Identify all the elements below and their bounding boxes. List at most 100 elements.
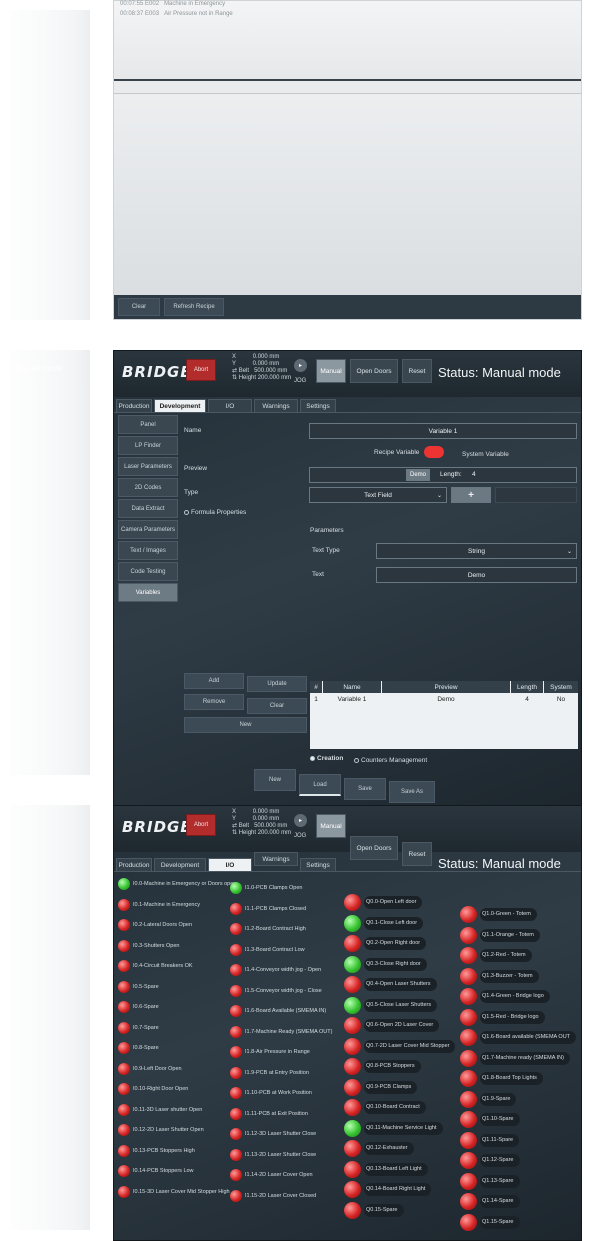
output-toggle[interactable]: Q0.2-Open Right door xyxy=(344,935,427,952)
output-toggle[interactable]: Q0.15-Spare xyxy=(344,1201,404,1219)
sidebar-item-variables[interactable]: Variables xyxy=(118,583,178,602)
save-recipe-button[interactable]: Save xyxy=(344,778,386,800)
update-button[interactable]: Update xyxy=(247,676,307,692)
status-led-icon xyxy=(118,1042,130,1054)
output-toggle[interactable]: Q0.1-Close Left door xyxy=(344,914,424,932)
output-toggle[interactable]: Q0.0-Open Left door xyxy=(344,894,423,911)
tab-warnings[interactable]: Warnings xyxy=(254,399,298,413)
output-toggle[interactable]: Q1.8-Board Top Lights xyxy=(460,1070,543,1087)
input-indicator: I1.5-Conveyor width jog - Close xyxy=(230,984,322,997)
tab-settings[interactable]: Settings xyxy=(300,399,336,413)
status-led-icon xyxy=(460,1131,477,1149)
output-toggle[interactable]: Q0.11-Machine Service Light xyxy=(344,1119,443,1137)
sidebar-item-2d-codes[interactable]: 2D Codes xyxy=(118,478,178,497)
io-label: Q0.11-Machine Service Light xyxy=(364,1121,443,1135)
new-recipe-button[interactable]: New xyxy=(254,769,296,791)
text-field[interactable]: Demo xyxy=(376,567,577,583)
output-toggle[interactable]: Q0.3-Close Right door xyxy=(344,955,427,973)
sidebar-item-lp-finder[interactable]: LP Finder xyxy=(118,436,178,455)
clear-button[interactable]: Clear xyxy=(118,298,160,316)
output-toggle[interactable]: Q0.9-PCB Clamps xyxy=(344,1078,418,1096)
text-type-select[interactable]: String ⌄ xyxy=(376,543,577,559)
status-led-icon xyxy=(460,1029,477,1046)
status-led-icon xyxy=(344,1181,361,1198)
jog-button[interactable]: ▸ xyxy=(294,359,307,372)
output-toggle[interactable]: Q1.12-Spare xyxy=(460,1152,520,1169)
output-toggle[interactable]: Q0.6-Open 2D Laser Cover xyxy=(344,1017,440,1034)
tab-io[interactable]: I/O xyxy=(208,858,252,872)
manual-button[interactable]: Manual xyxy=(316,814,346,838)
tab-development[interactable]: Development xyxy=(154,858,206,872)
io-label: Q1.7-Machine ready (SMEMA IN) xyxy=(480,1051,570,1065)
tab-production[interactable]: Production xyxy=(116,858,152,872)
jog-button[interactable]: ▸ xyxy=(294,814,307,827)
tab-warnings[interactable]: Warnings xyxy=(254,852,298,866)
io-label: Q1.4-Green - Bridge logo xyxy=(480,990,550,1003)
table-cell[interactable]: 4 xyxy=(511,694,543,705)
output-toggle[interactable]: Q0.8-PCB Stoppers xyxy=(344,1058,421,1075)
manual-button[interactable]: Manual xyxy=(316,359,346,383)
main-tabs: Production Development I/O Warnings Sett… xyxy=(114,397,581,413)
table-cell[interactable]: Demo xyxy=(382,694,510,705)
output-toggle[interactable]: Q0.5-Close Laser Shutters xyxy=(344,996,438,1014)
table-cell[interactable]: Variable 1 xyxy=(323,694,381,705)
output-toggle[interactable]: Q1.13-Spare xyxy=(460,1172,520,1190)
output-toggle[interactable]: Q1.7-Machine ready (SMEMA IN) xyxy=(460,1049,570,1067)
input-indicator: I1.6-Board Available (SMEMA IN) xyxy=(230,1005,326,1017)
status-led-icon xyxy=(230,964,242,976)
output-toggle[interactable]: Q1.15-Spare xyxy=(460,1213,520,1231)
io-label: I1.6-Board Available (SMEMA IN) xyxy=(245,1008,327,1014)
tab-development[interactable]: Development xyxy=(154,399,206,413)
output-toggle[interactable]: Q1.9-Spare xyxy=(460,1090,517,1108)
output-toggle[interactable]: Q0.12-Exhauster xyxy=(344,1140,414,1157)
demo-button[interactable]: Demo xyxy=(406,469,430,481)
sidebar-item-code-testing[interactable]: Code Testing xyxy=(118,562,178,581)
new-var-button[interactable]: New xyxy=(184,717,307,733)
tab-settings[interactable]: Settings xyxy=(300,858,336,872)
tab-production[interactable]: Production xyxy=(116,399,152,413)
input-indicator: I0.7-Spare xyxy=(118,1021,159,1034)
output-toggle[interactable]: Q0.13-Board Left Light xyxy=(344,1160,428,1178)
output-toggle[interactable]: Q1.14-Spare xyxy=(460,1193,520,1210)
abort-button[interactable]: Abort xyxy=(186,814,216,836)
clear-var-button[interactable]: Clear xyxy=(247,698,307,714)
add-type-button[interactable]: + xyxy=(451,487,491,503)
sidebar-item-panel[interactable]: Panel xyxy=(118,415,178,434)
output-toggle[interactable]: Q0.14-Board Right Light xyxy=(344,1181,432,1198)
type-select[interactable]: Text Field ⌄ xyxy=(309,487,447,503)
name-field[interactable]: Variable 1 xyxy=(309,423,577,439)
output-toggle[interactable]: Q1.1-Orange - Totem xyxy=(460,926,540,944)
creation-radio[interactable]: Creation xyxy=(310,755,343,762)
output-toggle[interactable]: Q0.10-Board Contract xyxy=(344,1099,426,1116)
status-led-icon xyxy=(344,976,361,993)
output-toggle[interactable]: Q1.10-Spare xyxy=(460,1111,520,1128)
output-toggle[interactable]: Q1.3-Buzzer - Totem xyxy=(460,967,539,985)
output-toggle[interactable]: Q0.7-2D Laser Cover Mid Stopper xyxy=(344,1037,456,1055)
sidebar-item-laser-parameters[interactable]: Laser Parameters xyxy=(118,457,178,476)
output-toggle[interactable]: Q0.4-Open Laser Shutters xyxy=(344,976,437,993)
add-button[interactable]: Add xyxy=(184,673,244,689)
output-toggle[interactable]: Q1.0-Green - Totem xyxy=(460,906,537,923)
output-toggle[interactable]: Q1.5-Red - Bridge logo xyxy=(460,1008,545,1026)
formula-properties-row[interactable]: Formula Properties xyxy=(184,509,246,516)
table-cell[interactable]: No xyxy=(544,694,578,705)
output-toggle[interactable]: Q1.6-Board available (SMEMA OUT xyxy=(460,1029,577,1046)
load-recipe-button[interactable]: Load xyxy=(299,774,341,796)
io-label: Q0.6-Open 2D Laser Cover xyxy=(364,1019,440,1032)
refresh-recipe-button[interactable]: Refresh Recipe xyxy=(164,298,224,316)
output-toggle[interactable]: Q1.11-Spare xyxy=(460,1131,520,1149)
output-toggle[interactable]: Q1.2-Red - Totem xyxy=(460,947,532,964)
counters-radio[interactable]: Counters Management xyxy=(354,757,427,764)
output-toggle[interactable]: Q1.4-Green - Bridge logo xyxy=(460,988,550,1005)
save-as-button[interactable]: Save As xyxy=(389,781,435,803)
table-cell[interactable]: 1 xyxy=(310,694,322,705)
sidebar-item-camera-parameters[interactable]: Camera Parameters xyxy=(118,520,178,539)
reset-button[interactable]: Reset xyxy=(402,359,432,383)
variable-type-toggle[interactable] xyxy=(424,446,444,458)
abort-button[interactable]: Abort xyxy=(186,359,216,381)
remove-button[interactable]: Remove xyxy=(184,694,244,710)
open-doors-button[interactable]: Open Doors xyxy=(350,359,398,383)
sidebar-item-text-images[interactable]: Text / Images xyxy=(118,541,178,560)
tab-io[interactable]: I/O xyxy=(208,399,252,413)
sidebar-item-data-extract[interactable]: Data Extract xyxy=(118,499,178,518)
